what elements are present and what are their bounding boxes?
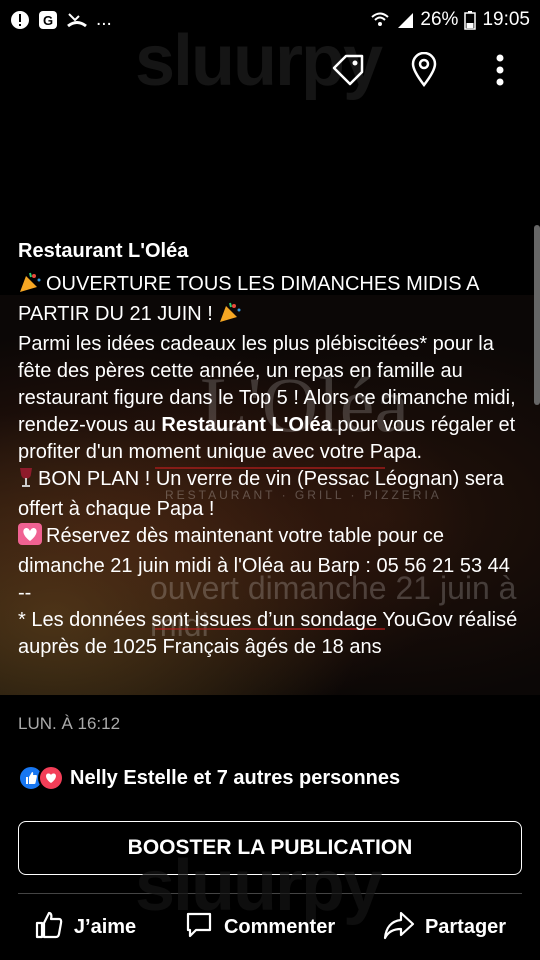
tag-icon[interactable] [328,50,368,90]
svg-text:G: G [43,13,53,28]
google-icon: G [38,10,58,30]
post-line-5: -- [18,582,32,604]
missed-call-icon [66,10,88,30]
post-body: OUVERTURE TOUS LES DIMANCHES MIDIS A PAR… [18,271,523,721]
comment-bubble-icon [184,910,214,946]
party-popper-icon [218,301,242,331]
like-label: J’aime [73,916,137,938]
post-line-6: * Les données sont issues d’un sondage Y… [18,609,518,658]
post-actions: J’aime Commenter Partager [0,905,540,950]
love-reaction-icon [38,765,64,791]
party-popper-icon [18,271,42,301]
comment-button[interactable]: Commenter [184,910,335,946]
reactions-summary[interactable]: Nelly Estelle et 7 autres personnes [18,765,400,791]
wine-glass-icon [18,466,34,496]
status-time: 19:05 [482,9,530,30]
sparkling-heart-icon [18,523,42,553]
post-timestamp[interactable]: LUN. À 16:12 [18,714,120,734]
signal-icon [396,11,414,29]
share-button[interactable]: Partager [383,910,506,946]
scrollbar[interactable] [534,225,540,405]
like-button[interactable]: J’aime [34,910,136,946]
battery-icon [464,10,477,30]
alert-icon [10,10,30,30]
reactions-text: Nelly Estelle et 7 autres personnes [70,766,401,789]
comment-label: Commenter [223,916,336,938]
share-arrow-icon [383,910,415,946]
battery-percent: 26% [420,9,459,30]
top-toolbar [328,50,520,90]
location-pin-icon[interactable] [404,50,444,90]
post-line-4: Réservez dès maintenant votre table pour… [18,525,510,577]
post-line-1: OUVERTURE TOUS LES DIMANCHES MIDIS A PAR… [18,273,479,325]
thumbs-up-icon [34,910,64,946]
more-vertical-icon[interactable] [480,50,520,90]
post-content: Restaurant L'Oléa OUVERTURE TOUS LES DIM… [18,240,523,721]
share-label: Partager [424,916,507,938]
status-more: ... [96,9,112,30]
post-line-3: BON PLAN ! Un verre de vin (Pessac Léogn… [18,468,504,520]
post-bold-restaurant[interactable]: Restaurant L'Oléa [161,414,331,436]
post-author[interactable]: Restaurant L'Oléa [18,240,523,263]
